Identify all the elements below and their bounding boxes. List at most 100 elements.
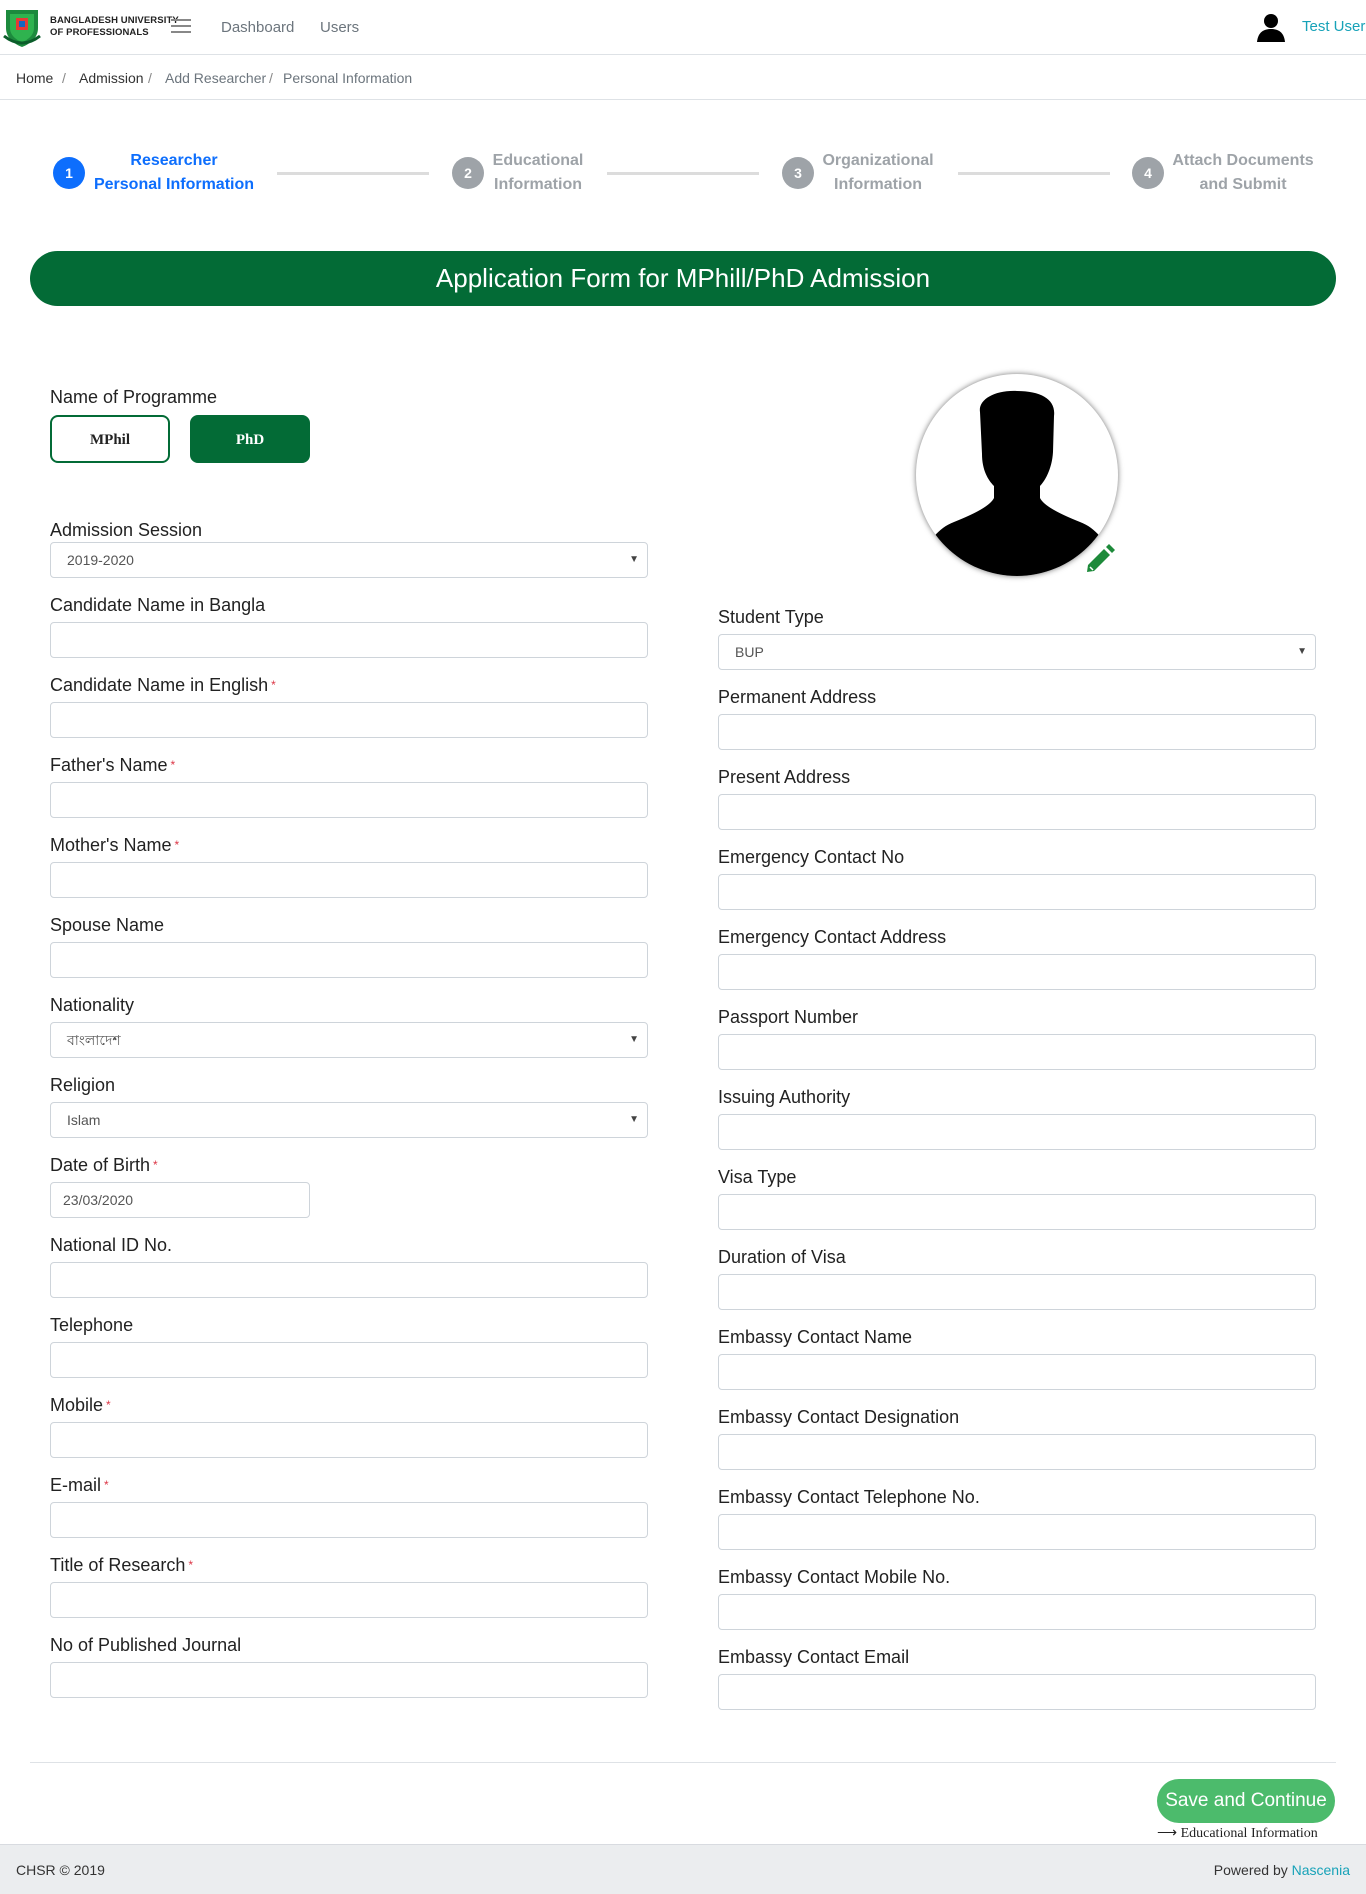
visa-duration-input[interactable] <box>718 1274 1316 1310</box>
required-marker: * <box>153 1158 158 1172</box>
step-4-circle[interactable]: 4 <box>1132 157 1164 189</box>
footer: CHSR © 2019 Powered by Nascenia <box>0 1844 1366 1894</box>
spouse-name-input[interactable] <box>50 942 648 978</box>
permanent-address-input[interactable] <box>718 714 1316 750</box>
step-4-label[interactable]: Attach Documents and Submit <box>1168 149 1318 197</box>
breadcrumb-current: Personal Information <box>283 70 413 86</box>
present-address-label: Present Address <box>718 767 851 787</box>
email-label-text: E-mail <box>50 1475 102 1495</box>
mobile-label: Mobile * <box>50 1395 111 1416</box>
embassy-mobile-label: Embassy Contact Mobile No. <box>718 1567 951 1587</box>
issuing-authority-input[interactable] <box>718 1114 1316 1150</box>
breadcrumb-add-researcher[interactable]: Add Researcher <box>165 70 266 86</box>
arrow-right-icon: ⟶ <box>1157 1826 1181 1841</box>
footer-powered-by: Powered by Nascenia <box>1214 1862 1350 1878</box>
step-4-line1: Attach Documents <box>1172 152 1314 169</box>
nationality-select[interactable]: বাংলাদেশ ▼ <box>50 1022 648 1058</box>
mother-name-label: Mother's Name * <box>50 835 179 856</box>
emergency-contact-address-input[interactable] <box>718 954 1316 990</box>
published-journal-input[interactable] <box>50 1662 648 1698</box>
mobile-input[interactable] <box>50 1422 648 1458</box>
programme-label: Name of Programme <box>50 387 218 407</box>
embassy-mobile-input[interactable] <box>718 1594 1316 1630</box>
embassy-designation-input[interactable] <box>718 1434 1316 1470</box>
passport-number-input[interactable] <box>718 1034 1316 1070</box>
visa-type-label: Visa Type <box>718 1167 797 1187</box>
present-address-input[interactable] <box>718 794 1316 830</box>
form-divider <box>30 1762 1336 1763</box>
embassy-name-input[interactable] <box>718 1354 1316 1390</box>
step-connector <box>958 172 1110 175</box>
step-1-label[interactable]: Researcher Personal Information <box>90 149 258 197</box>
admission-session-select[interactable]: 2019-2020 ▼ <box>50 542 648 578</box>
religion-select[interactable]: Islam ▼ <box>50 1102 648 1138</box>
nav-users[interactable]: Users <box>320 19 359 36</box>
step-1-circle[interactable]: 1 <box>53 157 85 189</box>
telephone-label: Telephone <box>50 1315 134 1335</box>
father-name-input[interactable] <box>50 782 648 818</box>
powered-by-text: Powered by <box>1213 1862 1288 1878</box>
emergency-contact-no-input[interactable] <box>718 874 1316 910</box>
name-english-label: Candidate Name in English * <box>50 675 276 696</box>
brand-line-2: OF PROFESSIONALS <box>50 27 149 38</box>
user-avatar-icon[interactable] <box>1256 12 1286 42</box>
mother-name-input[interactable] <box>50 862 648 898</box>
student-type-value: BUP <box>735 644 764 660</box>
visa-type-input[interactable] <box>718 1194 1316 1230</box>
spouse-name-label: Spouse Name <box>50 915 165 935</box>
nascenia-link[interactable]: Nascenia <box>1292 1862 1350 1878</box>
research-title-input[interactable] <box>50 1582 648 1618</box>
embassy-telephone-label: Embassy Contact Telephone No. <box>718 1487 980 1507</box>
mobile-label-text: Mobile <box>50 1395 104 1415</box>
brand-name: BANGLADESH UNIVERSITY OF PROFESSIONALS <box>50 15 179 39</box>
edit-photo-pencil-icon[interactable] <box>1082 541 1116 575</box>
chevron-down-icon: ▼ <box>629 1034 639 1045</box>
nid-input[interactable] <box>50 1262 648 1298</box>
issuing-authority-label: Issuing Authority <box>718 1087 851 1107</box>
name-bangla-input[interactable] <box>50 622 648 658</box>
embassy-email-input[interactable] <box>718 1674 1316 1710</box>
embassy-telephone-input[interactable] <box>718 1514 1316 1550</box>
save-and-continue-button[interactable]: Save and Continue <box>1157 1779 1335 1823</box>
required-marker: * <box>170 758 176 772</box>
telephone-input[interactable] <box>50 1342 648 1378</box>
step-3-label[interactable]: Organizational Information <box>818 149 938 197</box>
university-logo[interactable] <box>2 6 42 48</box>
required-marker: * <box>271 678 276 692</box>
nationality-label: Nationality <box>50 995 135 1015</box>
breadcrumb-admission[interactable]: Admission <box>79 70 144 86</box>
admission-session-label: Admission Session <box>50 520 203 540</box>
email-input[interactable] <box>50 1502 648 1538</box>
step-3-line1: Organizational <box>822 152 934 169</box>
required-marker: * <box>188 1558 194 1572</box>
breadcrumb-separator: / <box>62 70 66 86</box>
required-marker: * <box>174 838 180 852</box>
admission-session-value: 2019-2020 <box>67 552 134 568</box>
menu-toggle-icon[interactable] <box>171 19 191 35</box>
chevron-down-icon: ▼ <box>629 554 639 565</box>
programme-phd-button[interactable]: PhD <box>190 415 310 463</box>
form-title-banner: Application Form for MPhill/PhD Admissio… <box>30 251 1336 306</box>
next-step-hint: ⟶ Educational Information <box>1157 1825 1318 1842</box>
embassy-designation-label: Embassy Contact Designation <box>718 1407 960 1427</box>
breadcrumb-home[interactable]: Home <box>16 70 53 86</box>
step-2-line2: Information <box>494 176 582 193</box>
step-2-label[interactable]: Educational Information <box>488 149 588 197</box>
breadcrumb-separator: / <box>269 70 273 86</box>
student-type-select[interactable]: BUP ▼ <box>718 634 1316 670</box>
nav-dashboard[interactable]: Dashboard <box>221 19 294 36</box>
user-menu[interactable]: Test User <box>1302 18 1365 35</box>
religion-value: Islam <box>67 1112 101 1128</box>
dob-input[interactable]: 23/03/2020 <box>50 1182 310 1218</box>
chevron-down-icon: ▼ <box>1297 646 1307 657</box>
research-title-label: Title of Research * <box>50 1555 193 1576</box>
step-2-circle[interactable]: 2 <box>452 157 484 189</box>
programme-mphil-button[interactable]: MPhil <box>50 415 170 463</box>
step-3-circle[interactable]: 3 <box>782 157 814 189</box>
step-1-line2: Personal Information <box>93 176 255 193</box>
step-4-line2: and Submit <box>1199 176 1287 193</box>
embassy-email-label: Embassy Contact Email <box>718 1647 910 1667</box>
name-english-input[interactable] <box>50 702 648 738</box>
embassy-name-label: Embassy Contact Name <box>718 1327 913 1347</box>
step-connector <box>607 172 759 175</box>
